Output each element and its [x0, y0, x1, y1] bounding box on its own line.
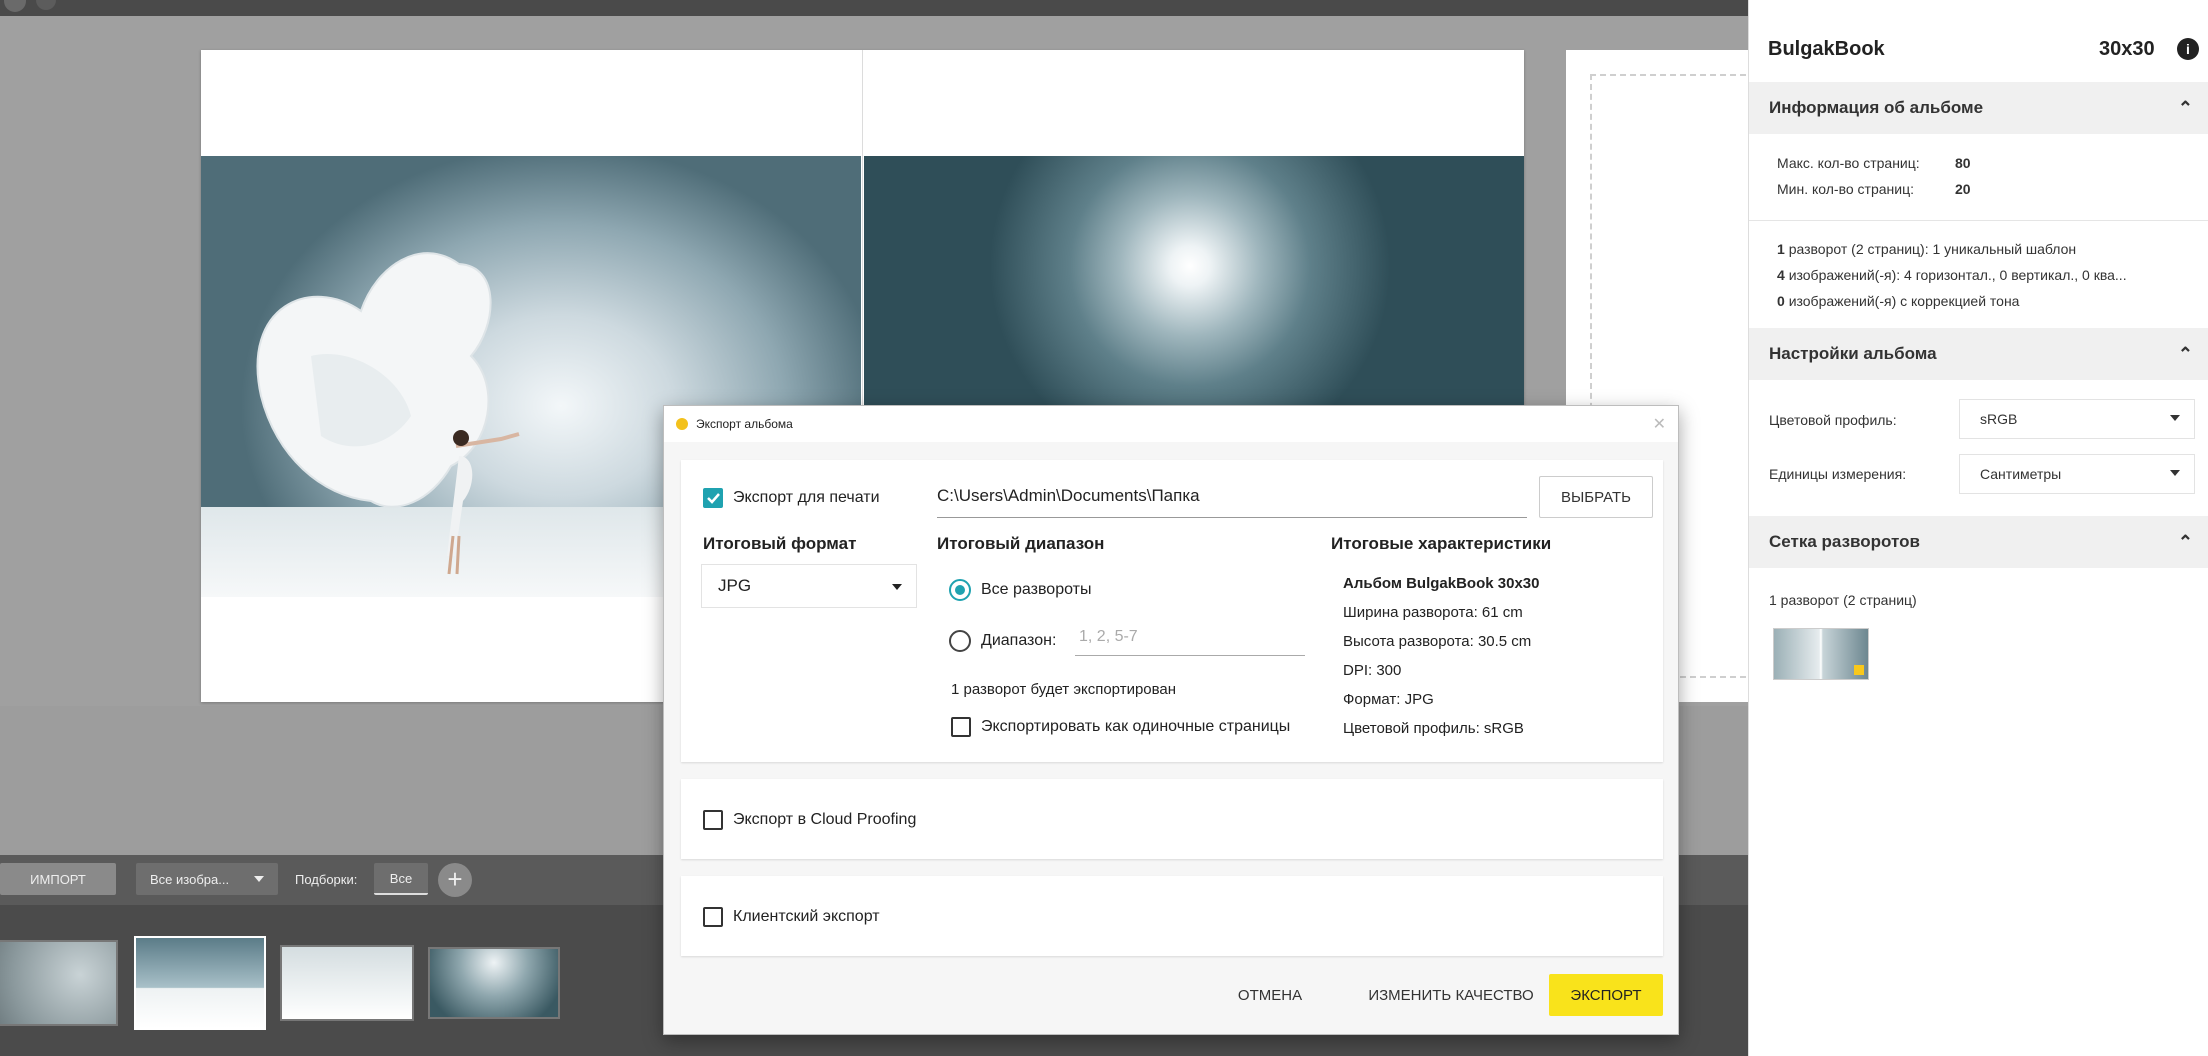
section-album-info[interactable]: Информация об альбоме ⌃	[1749, 82, 2208, 134]
summary-color-profile: Цветовой профиль: sRGB	[1343, 720, 1524, 737]
warning-icon	[1854, 665, 1864, 675]
dialog-title-bar: Экспорт альбома ✕	[664, 406, 1678, 442]
cloud-export-card: Экспорт в Cloud Proofing	[681, 779, 1663, 859]
app-logo-icon	[676, 418, 688, 430]
summary-album: Альбом BulgakBook 30x30	[1343, 575, 1540, 592]
max-pages-label: Макс. кол-во страниц:	[1777, 155, 1920, 171]
change-quality-button[interactable]: ИЗМЕНИТЬ КАЧЕСТВО	[1336, 974, 1566, 1016]
chevron-down-icon	[892, 584, 902, 590]
export-print-label: Экспорт для печати	[733, 489, 880, 506]
summary-dpi: DPI: 300	[1343, 662, 1402, 679]
units-select[interactable]: Сантиметры	[1959, 454, 2195, 494]
choose-folder-button[interactable]: ВЫБРАТЬ	[1539, 476, 1653, 518]
export-note: 1 разворот будет экспортирован	[951, 681, 1177, 698]
range-label: Диапазон:	[981, 632, 1057, 649]
summary-format: Формат: JPG	[1343, 691, 1434, 708]
import-button[interactable]: ИМПОРТ	[0, 863, 116, 895]
spread-grid-caption: 1 разворот (2 страниц)	[1769, 592, 1917, 608]
filmstrip-thumbnail[interactable]	[280, 945, 414, 1021]
single-pages-label: Экспортировать как одиночные страницы	[981, 718, 1291, 735]
tone-info: 0 изображений(-я) с коррекцией тона	[1777, 293, 2019, 309]
max-pages-value: 80	[1955, 155, 1971, 171]
menu-icon[interactable]	[4, 0, 26, 12]
cancel-button[interactable]: ОТМЕНА	[1220, 974, 1320, 1016]
divider	[1749, 220, 2208, 221]
images-info: 4 изображений(-я): 4 горизонтал., 0 верт…	[1777, 267, 2197, 283]
min-pages-value: 20	[1955, 181, 1971, 197]
section-spread-grid[interactable]: Сетка разворотов ⌃	[1749, 516, 2208, 568]
export-button[interactable]: ЭКСПОРТ	[1549, 974, 1663, 1016]
color-profile-select[interactable]: sRGB	[1959, 399, 2195, 439]
chevron-down-icon	[254, 876, 264, 882]
tone-count: 0	[1777, 293, 1785, 309]
format-heading: Итоговый формат	[703, 534, 857, 553]
filmstrip-thumbnail[interactable]	[0, 940, 118, 1026]
summary-heading: Итоговые характеристики	[1331, 534, 1552, 553]
plus-icon[interactable]: +	[438, 863, 472, 897]
spreads-text: разворот (2 страниц): 1 уникальный шабло…	[1788, 241, 2077, 257]
units-value: Сантиметры	[1980, 466, 2062, 482]
chevron-up-icon: ⌃	[2177, 532, 2193, 552]
summary-width: Ширина разворота: 61 cm	[1343, 604, 1523, 621]
color-profile-value: sRGB	[1980, 411, 2018, 427]
summary-height: Высота разворота: 30.5 cm	[1343, 633, 1532, 650]
print-export-card: Экспорт для печати C:\Users\Admin\Docume…	[681, 460, 1663, 762]
export-album-dialog: Экспорт альбома ✕ Экспорт для печати C:\…	[663, 405, 1679, 1035]
tone-text: изображений(-я) с коррекцией тона	[1788, 293, 2020, 309]
export-path-value: C:\Users\Admin\Documents\Папка	[937, 486, 1200, 505]
album-name: BulgakBook	[1768, 38, 1885, 60]
check-icon	[707, 493, 720, 504]
images-count: 4	[1777, 267, 1785, 283]
chevron-up-icon: ⌃	[2177, 344, 2193, 364]
format-value: JPG	[718, 576, 752, 595]
chevron-down-icon	[2170, 470, 2180, 476]
single-pages-checkbox[interactable]	[951, 717, 971, 737]
collection-all-tab[interactable]: Все	[374, 863, 428, 895]
chevron-down-icon	[2170, 415, 2180, 421]
info-icon[interactable]: i	[2177, 38, 2199, 60]
units-label: Единицы измерения:	[1769, 466, 1907, 482]
cloud-export-checkbox[interactable]	[703, 810, 723, 830]
range-placeholder: 1, 2, 5-7	[1079, 628, 1138, 645]
all-spreads-label: Все развороты	[981, 581, 1092, 598]
client-export-card: Клиентский экспорт	[681, 876, 1663, 956]
top-toolbar	[0, 0, 2188, 16]
album-size: 30x30	[2099, 38, 2155, 60]
export-print-checkbox[interactable]	[703, 488, 723, 508]
section-spread-grid-title: Сетка разворотов	[1769, 532, 1920, 551]
section-album-settings[interactable]: Настройки альбома ⌃	[1749, 328, 2208, 380]
chevron-up-icon: ⌃	[2177, 98, 2193, 118]
section-album-settings-title: Настройки альбома	[1769, 344, 1937, 363]
images-filter-value: Все изобра...	[150, 871, 230, 887]
album-panel: BulgakBook 30x30 i Информация об альбоме…	[1748, 0, 2208, 1056]
spread-grid-thumbnail[interactable]	[1773, 628, 1869, 680]
filmstrip-thumbnail[interactable]	[428, 947, 560, 1019]
range-input[interactable]: 1, 2, 5-7	[1075, 620, 1305, 656]
range-heading: Итоговый диапазон	[937, 534, 1105, 553]
format-select[interactable]: JPG	[701, 564, 917, 608]
spreads-info: 1 разворот (2 страниц): 1 уникальный шаб…	[1777, 241, 2076, 257]
collections-label: Подборки:	[295, 871, 358, 887]
all-spreads-radio[interactable]	[949, 579, 971, 601]
min-pages-label: Мин. кол-во страниц:	[1777, 181, 1914, 197]
dialog-title: Экспорт альбома	[696, 417, 793, 431]
undo-icon[interactable]	[36, 0, 56, 10]
close-icon[interactable]: ✕	[1653, 414, 1666, 434]
range-radio[interactable]	[949, 630, 971, 652]
spreads-count: 1	[1777, 241, 1785, 257]
images-filter-select[interactable]: Все изобра...	[136, 863, 278, 895]
section-album-info-title: Информация об альбоме	[1769, 98, 1984, 117]
client-export-checkbox[interactable]	[703, 907, 723, 927]
images-text: изображений(-я): 4 горизонтал., 0 вертик…	[1788, 267, 2127, 283]
client-export-label: Клиентский экспорт	[733, 908, 880, 925]
cloud-export-label: Экспорт в Cloud Proofing	[733, 811, 917, 828]
filmstrip-thumbnail-selected[interactable]	[134, 936, 266, 1030]
export-path-field[interactable]: C:\Users\Admin\Documents\Папка	[937, 474, 1527, 518]
color-profile-label: Цветовой профиль:	[1769, 412, 1897, 428]
